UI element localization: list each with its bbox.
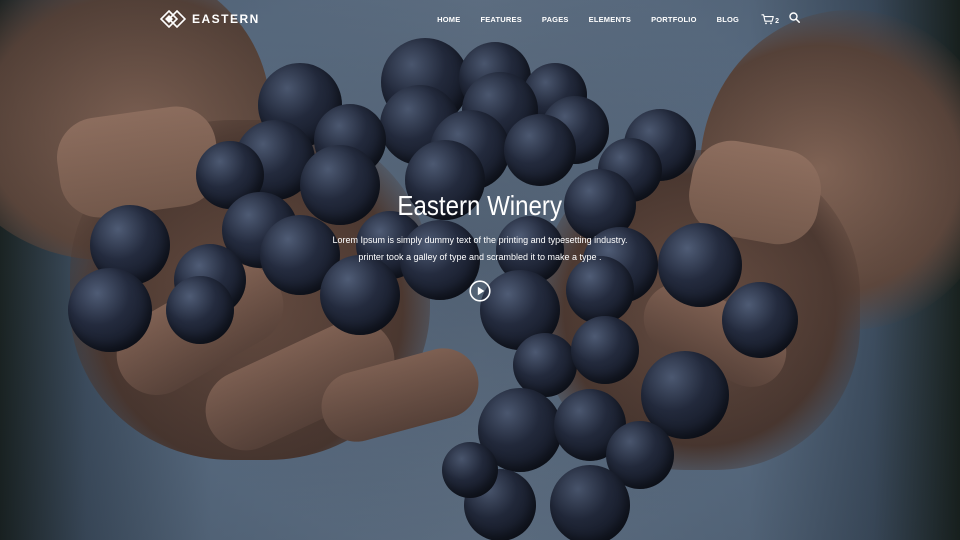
nav-icons: 2	[761, 10, 800, 28]
nav-item-blog[interactable]: BLOG	[717, 15, 739, 24]
cart-count-badge: 2	[775, 17, 779, 25]
hero-subtitle-line-2: printer took a galley of type and scramb…	[358, 252, 602, 262]
diamond-logo-icon	[160, 10, 186, 28]
brand-name: EASTERN	[192, 12, 260, 26]
hero-subtitle: Lorem Ipsum is simply dummy text of the …	[333, 232, 628, 266]
cart-button[interactable]: 2	[761, 13, 779, 25]
nav-item-portfolio[interactable]: PORTFOLIO	[651, 15, 697, 24]
hero-subtitle-line-1: Lorem Ipsum is simply dummy text of the …	[332, 235, 628, 245]
hero-content: Eastern Winery Lorem Ipsum is simply dum…	[0, 190, 960, 302]
logo[interactable]: EASTERN	[160, 10, 260, 28]
nav-item-features[interactable]: FEATURES	[480, 15, 521, 24]
nav-item-home[interactable]: HOME	[437, 15, 460, 24]
nav-item-elements[interactable]: ELEMENTS	[589, 15, 631, 24]
play-icon[interactable]	[469, 280, 491, 302]
nav-item-pages[interactable]: PAGES	[542, 15, 569, 24]
search-button[interactable]	[789, 10, 800, 28]
main-nav: HOME FEATURES PAGES ELEMENTS PORTFOLIO B…	[437, 10, 800, 28]
cart-icon	[761, 13, 774, 24]
search-icon	[789, 12, 800, 23]
site-header: EASTERN HOME FEATURES PAGES ELEMENTS POR…	[0, 0, 960, 38]
hero-title: Eastern Winery	[397, 190, 563, 221]
